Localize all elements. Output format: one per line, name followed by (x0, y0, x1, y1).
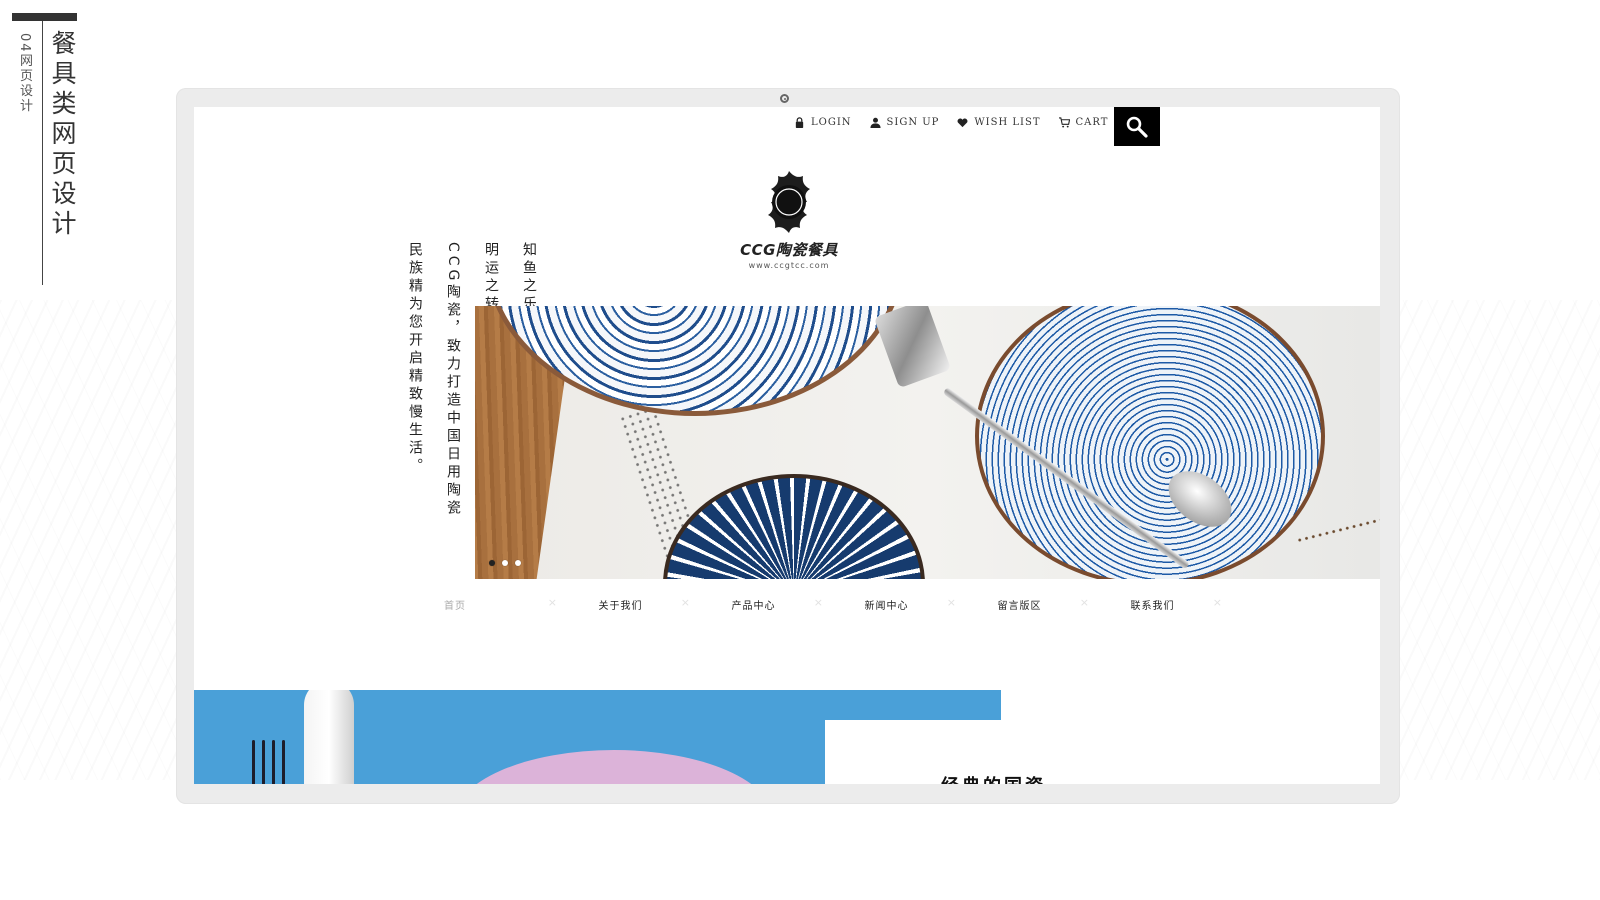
heart-icon (957, 118, 968, 128)
decor-line (42, 21, 43, 285)
main-nav: 首页 关于我们 产品中心 新闻中心 留言版区 联系我们 (444, 596, 1223, 612)
fork-tine (262, 740, 265, 784)
nav-item-products[interactable]: 产品中心 (687, 596, 824, 612)
geometric-bowl (663, 474, 925, 579)
search-icon (1126, 116, 1148, 138)
slogan-line-4: 民族精为您开启精致慢生活。 (407, 242, 423, 476)
slide-subtitle: 04网页设计 (17, 33, 32, 114)
carousel-dot[interactable] (489, 560, 495, 566)
slide-title: 餐具类网页设计 (48, 30, 77, 240)
site-logo[interactable]: CCG陶瓷餐具 www.ccgtcc.com (734, 167, 844, 270)
nav-item-guestbook[interactable]: 留言版区 (953, 596, 1090, 612)
slogan-line-3: CCG陶瓷，致力打造中国日用陶瓷 (445, 242, 461, 519)
nav-item-about[interactable]: 关于我们 (554, 596, 691, 612)
pink-plate (454, 750, 774, 784)
nav-item-contact[interactable]: 联系我们 (1086, 596, 1223, 612)
white-plate-edge (304, 690, 354, 784)
logo-url: www.ccgtcc.com (748, 261, 830, 270)
camera-icon (780, 94, 789, 103)
logo-name: CCG陶瓷餐具 (740, 241, 838, 259)
login-label: LOGIN (811, 117, 852, 128)
section2-title: 经典的国瓷 (941, 772, 1046, 784)
cutlery-handle (873, 306, 952, 389)
decor-bar (12, 13, 77, 21)
logo-emblem-icon (768, 171, 810, 233)
login-link[interactable]: LOGIN (794, 117, 852, 128)
top-links: LOGIN SIGN UP WISH LIST CART (794, 117, 1108, 128)
signup-label: SIGN UP (886, 117, 940, 128)
nav-item-news[interactable]: 新闻中心 (820, 596, 957, 612)
carousel-dot[interactable] (502, 560, 508, 566)
cart-icon (1058, 117, 1070, 128)
wishlist-label: WISH LIST (974, 117, 1041, 128)
dotted-line (1295, 517, 1380, 543)
nav-item-home[interactable]: 首页 (444, 596, 558, 612)
fork-tine (252, 740, 255, 784)
lock-icon (795, 117, 804, 128)
hero-banner[interactable] (475, 306, 1380, 579)
cart-label: CART (1075, 117, 1109, 128)
carousel-dot[interactable] (515, 560, 521, 566)
signup-link[interactable]: SIGN UP (869, 117, 940, 128)
website-screen: LOGIN SIGN UP WISH LIST CART CCG陶瓷餐具 www… (194, 107, 1380, 784)
search-button[interactable] (1114, 107, 1160, 146)
carousel-dots (489, 560, 521, 566)
fork-tine (282, 740, 285, 784)
user-icon (869, 117, 881, 128)
cart-link[interactable]: CART (1058, 117, 1109, 128)
section2-card: 经典的国瓷 (825, 720, 1380, 784)
wishlist-link[interactable]: WISH LIST (957, 117, 1040, 128)
fork-tine (272, 740, 275, 784)
